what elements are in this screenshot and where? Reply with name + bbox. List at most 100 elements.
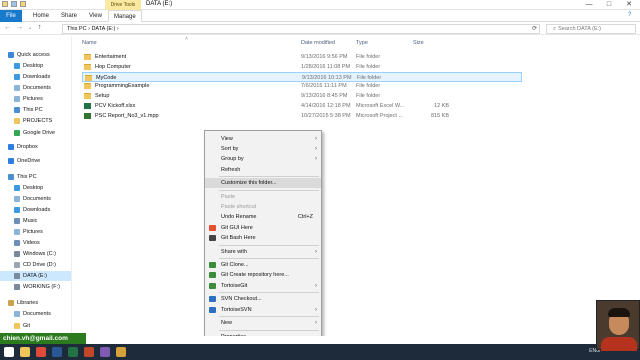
nav-item[interactable]: PROJECTS bbox=[0, 116, 71, 126]
nav-item[interactable]: Quick access bbox=[0, 50, 71, 60]
tab-manage[interactable]: Manage bbox=[108, 10, 142, 22]
maximize-button[interactable]: □ bbox=[602, 0, 616, 10]
menu-item-label: Share with bbox=[221, 248, 247, 255]
menu-item-label: Git Create repository here... bbox=[221, 272, 289, 279]
tab-share[interactable]: Share bbox=[56, 10, 82, 22]
excel-icon[interactable] bbox=[68, 347, 78, 357]
nav-item[interactable]: Windows (C:) bbox=[0, 249, 71, 259]
column-header-name[interactable]: Name bbox=[82, 40, 97, 46]
file-date: 9/13/2016 8:45 PM bbox=[301, 93, 348, 100]
up-arrow-icon[interactable]: ↑ bbox=[38, 24, 42, 31]
nav-item[interactable]: Libraries bbox=[0, 298, 71, 308]
file-row[interactable]: PCV Kickoff.xlsx 4/14/2016 12:18 PM Micros… bbox=[82, 101, 522, 111]
menu-item-undo-rename[interactable]: Undo Rename Ctrl+Z bbox=[205, 212, 321, 222]
nav-item-label: Libraries bbox=[17, 300, 39, 306]
column-header-size[interactable]: Size bbox=[413, 40, 424, 46]
minimize-button[interactable]: — bbox=[582, 0, 596, 10]
folder-icon bbox=[84, 63, 91, 70]
chrome-icon[interactable] bbox=[36, 347, 46, 357]
tortoisegit-icon bbox=[209, 282, 216, 289]
nav-item-label: Windows (C:) bbox=[23, 251, 57, 257]
app-icon[interactable] bbox=[100, 347, 110, 357]
nav-item[interactable]: Documents bbox=[0, 83, 71, 93]
libraries-icon bbox=[8, 300, 14, 306]
close-button[interactable]: ✕ bbox=[622, 0, 636, 10]
nav-item[interactable]: DATA (E:) bbox=[0, 271, 71, 281]
nav-item[interactable]: OneDrive bbox=[0, 156, 71, 166]
menu-item-sort-by[interactable]: Sort by › bbox=[205, 144, 321, 154]
word-icon[interactable] bbox=[52, 347, 62, 357]
submenu-arrow-icon: › bbox=[315, 282, 317, 289]
address-bar[interactable]: This PC › DATA (E:) › bbox=[62, 24, 540, 34]
excel-file-icon bbox=[84, 103, 91, 109]
column-header-date[interactable]: Date modified bbox=[301, 40, 335, 46]
nav-item[interactable]: Git bbox=[0, 321, 71, 331]
nav-item[interactable]: WORKING (F:) bbox=[0, 282, 71, 292]
app-icon[interactable] bbox=[116, 347, 126, 357]
menu-item-svn-checkout[interactable]: SVN Checkout... bbox=[205, 294, 321, 304]
menu-item-git-bash-here[interactable]: Git Bash Here bbox=[205, 233, 321, 243]
menu-item-tortoisesvn[interactable]: TortoiseSVN › bbox=[205, 305, 321, 315]
folder-icon bbox=[84, 93, 91, 100]
menu-item-git-gui-here[interactable]: Git GUI Here bbox=[205, 223, 321, 233]
nav-item-label: Videos bbox=[23, 240, 40, 246]
file-size: 12 KB bbox=[434, 103, 449, 109]
menu-item-label: Git Clone... bbox=[221, 262, 249, 269]
nav-item[interactable]: CD Drive (D:) bbox=[0, 260, 71, 270]
menu-item-label: TortoiseSVN bbox=[221, 306, 252, 313]
column-header-type[interactable]: Type bbox=[356, 40, 368, 46]
start-icon[interactable] bbox=[4, 347, 14, 357]
nav-item[interactable]: Music bbox=[0, 216, 71, 226]
search-input[interactable]: ⌕ Search DATA (E:) bbox=[546, 24, 636, 34]
nav-item[interactable]: This PC bbox=[0, 105, 71, 115]
menu-item-paste-shortcut[interactable]: Paste shortcut bbox=[205, 202, 321, 212]
file-explorer-icon[interactable] bbox=[20, 347, 30, 357]
nav-item[interactable]: This PC bbox=[0, 172, 71, 182]
nav-item[interactable]: Downloads bbox=[0, 205, 71, 215]
file-row[interactable]: Setup 9/13/2016 8:45 PM File folder bbox=[82, 91, 522, 101]
file-row[interactable]: ProgrammingExample 7/6/2016 11:11 PM File … bbox=[82, 81, 522, 91]
nav-item[interactable]: Google Drive bbox=[0, 128, 71, 138]
submenu-arrow-icon: › bbox=[315, 136, 317, 142]
file-row[interactable]: Entertaiment 9/13/2016 9:56 PM File folder bbox=[82, 52, 522, 62]
menu-item-customize-this-folder[interactable]: Customize this folder... bbox=[205, 178, 321, 189]
back-arrow-icon[interactable]: ← bbox=[4, 24, 11, 31]
menu-item-group-by[interactable]: Group by › bbox=[205, 154, 321, 164]
folder-icon[interactable] bbox=[2, 1, 8, 7]
nav-item[interactable]: Pictures bbox=[0, 227, 71, 237]
menu-item-paste[interactable]: Paste bbox=[205, 192, 321, 202]
refresh-icon[interactable]: ⟳ bbox=[532, 25, 537, 32]
menu-item-share-with[interactable]: Share with › bbox=[205, 247, 321, 257]
menu-item-refresh[interactable]: Refresh bbox=[205, 165, 321, 175]
forward-arrow-icon[interactable]: → bbox=[16, 24, 23, 31]
menu-item-git-create-repository-here[interactable]: Git Create repository here... bbox=[205, 270, 321, 280]
nav-item[interactable]: Desktop bbox=[0, 183, 71, 193]
nav-item[interactable]: Pictures bbox=[0, 94, 71, 104]
menu-item-git-clone[interactable]: Git Clone... bbox=[205, 260, 321, 270]
tab-file[interactable]: File bbox=[0, 10, 22, 22]
new-folder-icon[interactable] bbox=[20, 1, 26, 7]
tab-view[interactable]: View bbox=[84, 10, 107, 22]
nav-item[interactable]: Desktop bbox=[0, 61, 71, 71]
nav-item[interactable]: Downloads bbox=[0, 72, 71, 82]
file-row[interactable]: Hop Computer 1/28/2016 11:08 PM File folde… bbox=[82, 62, 522, 72]
navigation-pane: Quick access Desktop Downloads Documents Pic… bbox=[0, 36, 72, 336]
nav-item[interactable]: Dropbox bbox=[0, 142, 71, 152]
menu-item-new[interactable]: New › bbox=[205, 318, 321, 328]
menu-item-view[interactable]: View › bbox=[205, 134, 321, 144]
menu-item-tortoisegit[interactable]: TortoiseGit › bbox=[205, 281, 321, 291]
file-row[interactable]: PSC Report_No3_v1.mpp 10/27/2015 5:38 PM M… bbox=[82, 111, 522, 121]
file-name: ProgrammingExample bbox=[95, 83, 150, 90]
nav-item-label: This PC bbox=[17, 174, 37, 180]
nav-item[interactable]: Documents bbox=[0, 194, 71, 204]
file-row[interactable]: MyCode 9/13/2016 10:13 PM File folder bbox=[82, 71, 522, 82]
nav-item[interactable]: Documents bbox=[0, 309, 71, 319]
recent-locations-icon[interactable]: ⌄ bbox=[28, 25, 32, 31]
help-icon[interactable]: ? bbox=[628, 12, 631, 18]
powerpoint-icon[interactable] bbox=[84, 347, 94, 357]
tab-home[interactable]: Home bbox=[28, 10, 54, 22]
breadcrumb[interactable]: This PC › DATA (E:) › bbox=[67, 26, 119, 32]
properties-icon[interactable] bbox=[11, 1, 17, 7]
window-title: DATA (E:) bbox=[146, 1, 173, 7]
nav-item[interactable]: Videos bbox=[0, 238, 71, 248]
